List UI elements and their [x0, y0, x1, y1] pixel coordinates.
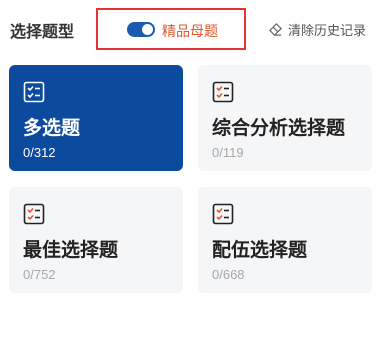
card-progress-count: 0/668: [212, 267, 245, 282]
card-title: 最佳选择题: [23, 240, 119, 261]
question-type-card-best-choice[interactable]: 最佳选择题 0/752: [9, 187, 183, 293]
card-progress-count: 0/119: [212, 145, 244, 160]
card-progress-count: 0/312: [23, 145, 56, 160]
checklist-icon: [212, 203, 234, 225]
clear-history-label: 清除历史记录: [288, 23, 367, 38]
checklist-icon: [23, 203, 45, 225]
premium-toggle-switch[interactable]: [127, 22, 155, 37]
premium-toggle-highlight: 精品母题: [96, 8, 246, 50]
question-type-card-multiple-choice[interactable]: 多选题 0/312: [9, 65, 183, 171]
card-title: 配伍选择题: [212, 240, 308, 261]
premium-toggle-label[interactable]: 精品母题: [162, 21, 218, 41]
eraser-icon: [269, 23, 282, 36]
question-type-card-comprehensive-analysis[interactable]: 综合分析选择题 0/119: [198, 65, 372, 171]
page-title: 选择题型: [10, 24, 75, 41]
checklist-icon: [23, 81, 45, 103]
header: 选择题型 精品母题 清除历史记录: [0, 0, 380, 58]
card-title: 综合分析选择题: [212, 118, 346, 139]
toggle-knob: [142, 24, 153, 35]
card-progress-count: 0/752: [23, 267, 56, 282]
clear-history-button[interactable]: 清除历史记录: [268, 20, 366, 39]
checklist-icon: [212, 81, 234, 103]
card-title: 多选题: [23, 118, 81, 139]
question-type-card-matching[interactable]: 配伍选择题 0/668: [198, 187, 372, 293]
